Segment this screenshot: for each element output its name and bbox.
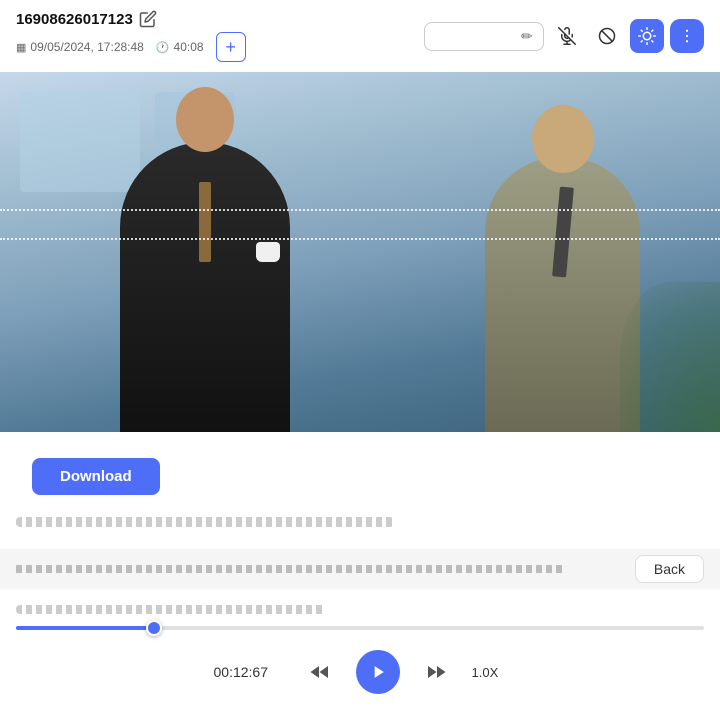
playback-controls: 00:12:67 1.0X [0, 638, 720, 706]
header-right: ✏ [424, 19, 704, 53]
progress-track[interactable] [16, 626, 704, 630]
selection-line-bottom [0, 238, 720, 240]
text-line-2 [16, 605, 326, 614]
hearing-off-button[interactable] [550, 19, 584, 53]
date-value: 09/05/2024, 17:28:48 [30, 40, 143, 54]
edit-id-button[interactable] [139, 10, 157, 28]
brightness-button[interactable] [630, 19, 664, 53]
figure-left [120, 142, 290, 432]
id-row: 16908626017123 [16, 10, 246, 28]
info-bar-content [16, 565, 566, 573]
play-button[interactable] [356, 650, 400, 694]
progress-fill [16, 626, 154, 630]
block-button[interactable] [590, 19, 624, 53]
info-bar: Back [0, 549, 720, 589]
date-meta: ▦ 09/05/2024, 17:28:48 [16, 40, 144, 54]
text-line-1 [16, 517, 394, 527]
duration-meta: 🕐 40:08 [156, 40, 204, 54]
text-content-2 [0, 597, 720, 622]
clock-icon: 🕐 [156, 41, 170, 54]
header-meta: ▦ 09/05/2024, 17:28:48 🕐 40:08 + [16, 32, 246, 62]
figure-right [485, 157, 640, 432]
pencil-icon: ✏ [521, 28, 533, 45]
download-button[interactable]: Download [32, 458, 160, 495]
video-scene [0, 72, 720, 432]
back-button[interactable]: Back [635, 555, 704, 583]
duration-value: 40:08 [174, 40, 204, 54]
time-display: 00:12:67 [214, 664, 284, 680]
fast-forward-button[interactable] [424, 660, 448, 684]
selection-line-top [0, 209, 720, 211]
progress-thumb[interactable] [146, 620, 162, 636]
calendar-icon: ▦ [16, 41, 26, 54]
header-left: 16908626017123 ▦ 09/05/2024, 17:28:48 🕐 … [16, 10, 246, 62]
speed-display: 1.0X [472, 665, 507, 680]
recording-id: 16908626017123 [16, 11, 133, 28]
search-input[interactable] [435, 29, 515, 44]
search-bar[interactable]: ✏ [424, 22, 544, 51]
rewind-button[interactable] [308, 660, 332, 684]
download-area: Download [0, 432, 720, 513]
text-content-1 [0, 513, 720, 541]
video-player[interactable] [0, 72, 720, 432]
add-button[interactable]: + [216, 32, 246, 62]
more-button[interactable] [670, 19, 704, 53]
header: 16908626017123 ▦ 09/05/2024, 17:28:48 🕐 … [0, 0, 720, 72]
progress-container[interactable] [0, 622, 720, 638]
